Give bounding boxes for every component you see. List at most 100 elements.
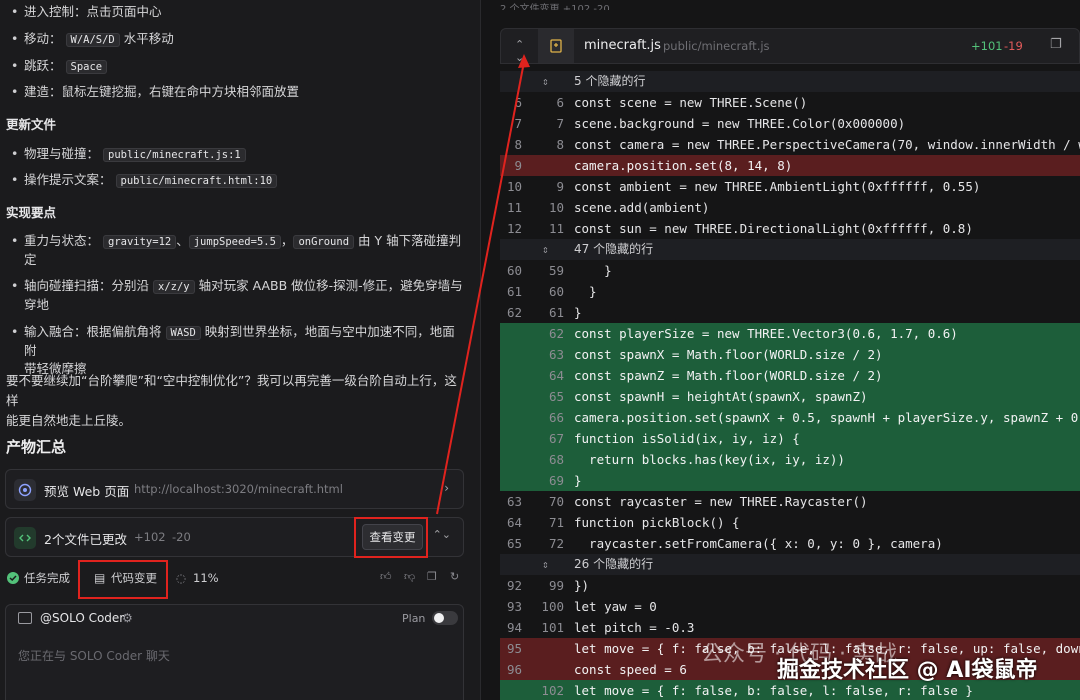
added-line: 67 function isSolid(ix, iy, iz) { — [500, 428, 1080, 449]
diff-plus: +101 — [971, 39, 1003, 53]
new-line-number: 7 — [556, 116, 564, 131]
new-line-number: 59 — [548, 263, 564, 278]
old-line-number: 7 — [514, 116, 522, 131]
old-line-number: 95 — [506, 641, 522, 656]
hidden-lines-label: 5 个隐藏的行 — [574, 74, 646, 88]
inline-code: Space — [65, 60, 108, 74]
artifacts-heading: 产物汇总 — [6, 438, 67, 456]
code-text: const playerSize = new THREE.Vector3(0.6… — [574, 326, 958, 341]
code-text: } — [574, 305, 582, 320]
old-line-number: 10 — [506, 179, 522, 194]
new-line-number: 102 — [541, 683, 564, 698]
inline-code: WASD — [165, 326, 201, 340]
plan-toggle[interactable] — [432, 611, 458, 625]
changes-plus: +102 — [134, 530, 166, 544]
agent-name[interactable]: @SOLO Coder — [40, 611, 124, 625]
old-line-number: 9 — [514, 158, 522, 173]
expand-lines-icon[interactable]: ⇕ — [542, 554, 549, 575]
new-line-number: 71 — [548, 515, 564, 530]
copy-icon[interactable]: ❐ — [427, 570, 441, 584]
code-text: const raycaster = new THREE.Raycaster() — [574, 494, 868, 509]
added-line: 66 camera.position.set(spawnX + 0.5, spaw… — [500, 407, 1080, 428]
preview-url[interactable]: http://localhost:3020/minecraft.html — [134, 482, 343, 496]
expand-lines-icon[interactable]: ⇕ — [542, 71, 549, 92]
added-line: 68 return blocks.has(key(ix, iy, iz)) — [500, 449, 1080, 470]
context-line: 60 59 } — [500, 260, 1080, 281]
thumbs-up-icon[interactable]: 👍︎ — [380, 570, 394, 584]
old-line-number: 60 — [506, 263, 522, 278]
added-line: 65 const spawnH = heightAt(spawnX, spawnZ… — [500, 386, 1080, 407]
thumbs-down-icon[interactable]: 👎︎ — [404, 570, 418, 584]
old-line-number: 6 — [514, 95, 522, 110]
new-line-number: 64 — [548, 368, 564, 383]
context-line: 62 61} — [500, 302, 1080, 323]
new-line-number: 11 — [548, 221, 564, 236]
old-line-number: 94 — [506, 620, 522, 635]
code-text: scene.background = new THREE.Color(0x000… — [574, 116, 906, 131]
code-text: }) — [574, 578, 590, 593]
preview-label: 预览 Web 页面 — [44, 484, 130, 499]
code-text: return blocks.has(key(ix, iy, iz)) — [574, 452, 845, 467]
context-line: 93 100 let yaw = 0 — [500, 596, 1080, 617]
code-text: let pitch = -0.3 — [574, 620, 695, 635]
code-text: camera.position.set(spawnX + 0.5, spawnH… — [574, 410, 1080, 425]
changes-minus: -20 — [172, 530, 191, 544]
added-line: 64 const spawnZ = Math.floor(WORLD.size /… — [500, 365, 1080, 386]
code-icon — [14, 527, 36, 549]
plan-label: Plan — [402, 612, 426, 625]
bullet-collision: • 轴向碰撞扫描：分别沿 x/z/y 轴对玩家 AABB 做位移-探测-修正，避… — [11, 278, 463, 312]
hidden-lines-row[interactable]: ⇕ 5 个隐藏的行 — [500, 71, 1080, 92]
copy-icon[interactable]: ❐ — [1050, 37, 1062, 52]
context-line: 8 8 const camera = new THREE.PerspectiveCa… — [500, 134, 1080, 155]
diff-file-name[interactable]: minecraft.js — [584, 38, 661, 53]
chevron-right-icon[interactable]: › — [444, 481, 449, 495]
new-line-number: 67 — [548, 431, 564, 446]
context-line: 94 101 let pitch = -0.3 — [500, 617, 1080, 638]
code-text: } — [574, 284, 597, 299]
changes-label: 2个文件已更改 — [44, 532, 127, 547]
expand-lines-icon[interactable]: ⇕ — [542, 239, 549, 260]
old-line-number: 8 — [514, 137, 522, 152]
spinner-icon: ◌ — [176, 571, 187, 585]
bullet-move: • 移动： W/A/S/D 水平移动 — [11, 31, 174, 47]
code-text: camera.position.set(8, 14, 8) — [574, 158, 793, 173]
hidden-lines-row[interactable]: ⇕ 26 个隐藏的行 — [500, 554, 1080, 575]
new-line-number: 60 — [548, 284, 564, 299]
context-line: 92 99}) — [500, 575, 1080, 596]
context-line: 6 6 const scene = new THREE.Scene() — [500, 92, 1080, 113]
collapse-icon[interactable]: ⌃ ⌄ — [515, 38, 524, 64]
file-link[interactable]: public/minecraft.html:10 — [115, 174, 278, 188]
hidden-lines-label: 47 个隐藏的行 — [574, 242, 654, 256]
preview-card[interactable]: 预览 Web 页面 http://localhost:3020/minecraf… — [5, 469, 464, 509]
new-line-number: 99 — [548, 578, 564, 593]
code-text: const spawnX = Math.floor(WORLD.size / 2… — [574, 347, 883, 362]
inline-code: jumpSpeed=5.5 — [188, 235, 281, 249]
refresh-icon[interactable]: ↻ — [450, 570, 464, 584]
expand-collapse-icon[interactable]: ⌃⌄ — [433, 528, 451, 541]
bullet-jump: • 跳跃： Space — [11, 57, 464, 76]
new-line-number: 68 — [548, 452, 564, 467]
context-line: 64 71 function pickBlock() { — [500, 512, 1080, 533]
agent-settings-icon[interactable]: ⚙ — [122, 611, 133, 625]
hidden-lines-row[interactable]: ⇕ 47 个隐藏的行 — [500, 239, 1080, 260]
top-strip: 2 个文件变更 +102 -20 — [500, 4, 610, 10]
new-line-number: 70 — [548, 494, 564, 509]
code-text: const spawnH = heightAt(spawnX, spawnZ) — [574, 389, 868, 404]
heading-updated-files: 更新文件 — [6, 117, 57, 132]
new-line-number: 63 — [548, 347, 564, 362]
file-link[interactable]: public/minecraft.js:1 — [103, 148, 246, 162]
code-text: scene.add(ambient) — [574, 200, 710, 215]
code-text: const speed = 6 — [574, 662, 687, 677]
bullet-hint-file: • 操作提示文案： public/minecraft.html:10 — [11, 171, 464, 190]
chat-icon — [18, 612, 32, 624]
context-line: 7 7 scene.background = new THREE.Color(0x0… — [500, 113, 1080, 134]
new-line-number: 6 — [556, 95, 564, 110]
new-line-number: 72 — [548, 536, 564, 551]
code-text: } — [574, 263, 612, 278]
diff-file-path: public/minecraft.js — [663, 39, 770, 53]
chat-input-box[interactable]: @SOLO Coder ⚙ Plan 您正在与 SOLO Coder 聊天 — [5, 604, 464, 700]
code-text: let yaw = 0 — [574, 599, 657, 614]
old-line-number: 62 — [506, 305, 522, 320]
new-line-number: 101 — [541, 620, 564, 635]
inline-code: gravity=12 — [103, 235, 177, 249]
